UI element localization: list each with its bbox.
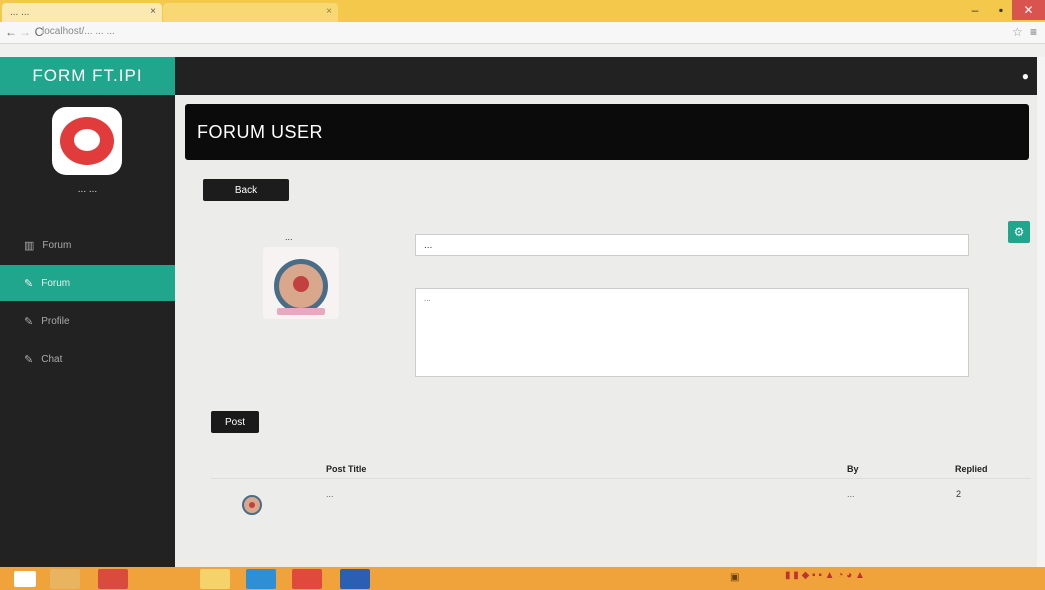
edit-icon: ✎ (24, 353, 34, 366)
tab-title: ... ... (10, 7, 30, 18)
user-icon[interactable]: ● (1022, 69, 1029, 83)
post-title-input[interactable] (415, 234, 969, 256)
back-button[interactable]: Back (203, 179, 289, 201)
row-post-title[interactable]: ... (326, 489, 334, 499)
address-bar: ← → C localhost/... ... ... ☆ ≡ (0, 22, 1045, 44)
word-icon[interactable] (340, 569, 370, 589)
menu-icon[interactable]: ≡ (1030, 25, 1037, 39)
browser-tab-bar: ... ... × × – ▪ ✕ (0, 0, 1045, 22)
sidebar-item-forum[interactable]: ▥ Forum (0, 227, 175, 263)
brand-title[interactable]: FORM FT.IPI (0, 57, 175, 95)
edit-icon: ✎ (24, 277, 34, 290)
post-author-name: ... (285, 232, 293, 242)
table-row[interactable]: ... ... 2 (211, 478, 1031, 522)
browser-tab-active[interactable]: ... ... × (2, 3, 162, 22)
taskbar: ▣ ▮ ▮ ◆ ▪ ▪ ▲ ◔ ◕ ▲ (0, 567, 1045, 590)
post-button[interactable]: Post (211, 411, 259, 433)
sidebar-user-name: ... ... (77, 184, 98, 195)
browser-tab-inactive[interactable]: × (163, 3, 338, 22)
url-input[interactable]: localhost/... ... ... (42, 26, 115, 37)
close-window-icon[interactable]: ✕ (1012, 0, 1045, 20)
close-tab-icon[interactable]: × (326, 6, 332, 17)
sidebar-item-label: Forum (41, 277, 71, 289)
post-content-textarea[interactable]: ... (415, 288, 969, 377)
logo (52, 107, 122, 175)
page-header: FORUM USER (185, 104, 1029, 160)
avatar (263, 247, 339, 319)
sidebar-item-label: Chat (41, 353, 63, 365)
close-tab-icon[interactable]: × (150, 6, 156, 17)
chrome-icon[interactable] (98, 569, 128, 589)
row-by: ... (847, 489, 855, 499)
forward-icon[interactable]: → (18, 25, 32, 39)
main-content: FORUM USER Back ⚙ ... ... Post Post Titl… (175, 95, 1045, 567)
column-header-by: By (847, 464, 859, 474)
column-header-post-title: Post Title (326, 464, 367, 474)
star-icon[interactable]: ☆ (1012, 25, 1023, 39)
edit-icon: ✎ (24, 315, 34, 328)
row-replied: 2 (956, 489, 962, 499)
explorer-icon[interactable] (50, 569, 80, 589)
sidebar: FORM FT.IPI ... ... ▥ Forum ✎ Forum ✎ Pr… (0, 57, 175, 567)
maximize-icon[interactable]: ▪ (988, 0, 1014, 20)
sidebar-item-profile[interactable]: ✎ Profile (0, 303, 175, 339)
sidebar-item-chat[interactable]: ✎ Chat (0, 341, 175, 377)
scrollbar[interactable] (1037, 57, 1045, 567)
column-header-replied: Replied (955, 464, 988, 474)
app-icon[interactable] (246, 569, 276, 589)
back-icon[interactable]: ← (4, 25, 18, 39)
sidebar-item-forum-active[interactable]: ✎ Forum (0, 265, 175, 301)
minimize-icon[interactable]: – (962, 0, 988, 20)
start-icon[interactable] (14, 571, 36, 587)
top-navbar: ● (175, 57, 1045, 95)
sidebar-item-label: Profile (41, 315, 70, 327)
bar-chart-icon: ▥ (24, 239, 35, 252)
avatar (239, 487, 265, 515)
tray-icon[interactable]: ▣ (730, 572, 739, 583)
settings-icon[interactable]: ⚙ (1008, 221, 1030, 243)
sidebar-item-label: Forum (42, 239, 72, 251)
page-title: FORUM USER (197, 122, 323, 142)
folder-icon[interactable] (200, 569, 230, 589)
tray-icons[interactable]: ▮ ▮ ◆ ▪ ▪ ▲ ◔ ◕ ▲ (785, 570, 865, 581)
app-icon[interactable] (292, 569, 322, 589)
